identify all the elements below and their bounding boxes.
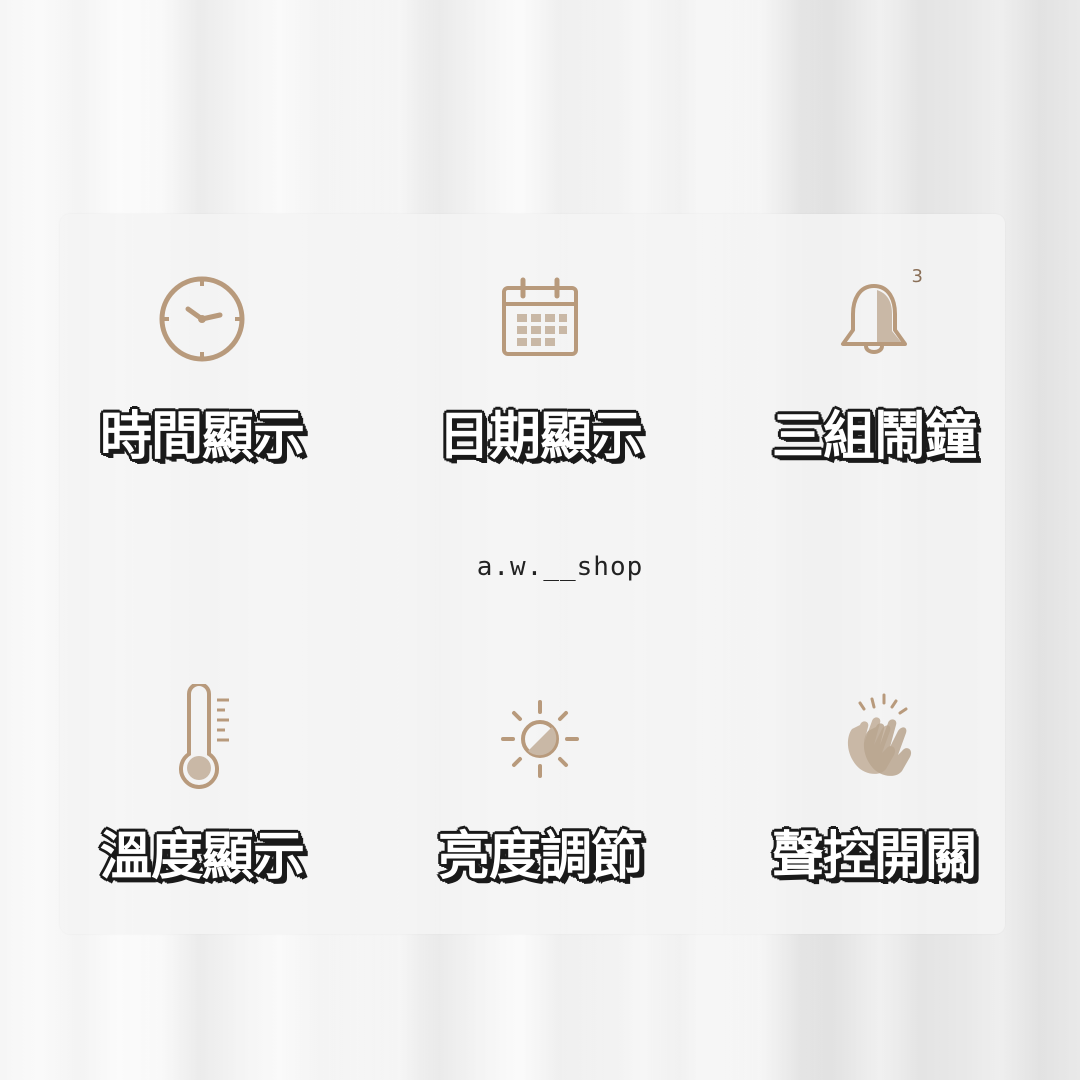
shop-watermark: a.w.__shop xyxy=(476,552,644,582)
thermometer-icon xyxy=(147,684,257,794)
alarm-count-badge: 3 xyxy=(911,266,923,287)
clock-icon xyxy=(147,264,257,374)
feature-time: 時間顯示 xyxy=(62,264,342,484)
feature-label: 聲控開關 xyxy=(771,827,977,887)
feature-temperature: 溫度顯示 xyxy=(62,684,342,904)
feature-label: 溫度顯示 xyxy=(99,827,305,887)
feature-alarm: 3 三組鬧鐘 xyxy=(734,264,1014,484)
feature-brightness: 亮度調節 xyxy=(400,684,680,904)
feature-label: 三組鬧鐘 xyxy=(771,407,977,467)
feature-label: 日期顯示 xyxy=(437,407,643,467)
brightness-icon xyxy=(485,684,595,794)
feature-label: 時間顯示 xyxy=(99,407,305,467)
feature-label: 亮度調節 xyxy=(437,827,643,887)
feature-voice-control: 聲控開關 xyxy=(734,684,1014,904)
calendar-icon xyxy=(485,264,595,374)
feature-date: 日期顯示 xyxy=(400,264,680,484)
clapping-hands-icon xyxy=(819,684,929,794)
bell-icon: 3 xyxy=(819,264,929,374)
